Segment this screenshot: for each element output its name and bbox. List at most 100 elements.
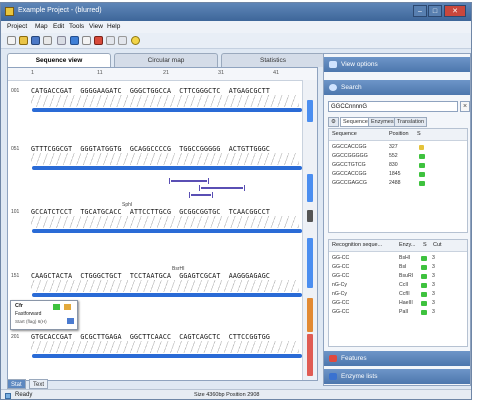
enzyme-lists-icon <box>329 373 337 380</box>
sequence-pane[interactable]: 1 11 21 31 41 001 CATGACCGAT GGGGAAGATC … <box>7 67 318 381</box>
map-marker[interactable] <box>307 100 313 122</box>
table-row[interactable]: GGCCGAGCG 2488 <box>329 179 467 188</box>
recog-sequence: GG-CC <box>332 309 350 315</box>
menu-view[interactable]: View <box>89 23 103 30</box>
ruler: 1 11 21 31 41 <box>8 68 317 81</box>
recognition-table[interactable]: Recognition seque... Enzy... S Cut GG-CC… <box>328 239 468 347</box>
table-row[interactable]: GGCCGGGGG 552 <box>329 152 467 161</box>
view-options-header[interactable]: View options <box>324 57 470 72</box>
sequence-text[interactable]: CATGACCGAT GGGGAAGATC GGGCTGGCCA CTTCGGG… <box>31 87 270 95</box>
save-icon[interactable] <box>31 36 40 45</box>
play-icon[interactable] <box>70 36 79 45</box>
new-file-icon[interactable] <box>7 36 16 45</box>
complement-ticks <box>31 280 299 292</box>
map-marker[interactable] <box>307 174 313 202</box>
feature-tooltip: Cfr Fastforward Start (flag) 6(H) <box>10 300 78 330</box>
table-row[interactable]: GG-CC HaeIII 3 <box>329 299 467 308</box>
result-sequence: GGCCACCGG <box>332 171 367 177</box>
status-flag-icon <box>419 163 425 168</box>
maximize-button[interactable]: □ <box>428 5 442 17</box>
status-flag-icon <box>421 292 427 297</box>
menu-tools[interactable]: Tools <box>69 23 84 30</box>
menu-edit[interactable]: Edit <box>53 23 64 30</box>
clear-search-button[interactable]: × <box>460 101 470 112</box>
minimize-button[interactable]: – <box>413 5 427 17</box>
close-button[interactable]: ✕ <box>444 5 466 17</box>
status-flag-icon <box>419 154 425 159</box>
stop-icon[interactable] <box>94 36 103 45</box>
feature-arrow[interactable] <box>199 185 245 191</box>
tab-statistics[interactable]: Statistics <box>221 53 325 67</box>
menu-project[interactable]: Project <box>7 23 27 30</box>
recog-enzyme: PaII <box>399 309 409 315</box>
recog-enzyme: CcfII <box>399 291 410 297</box>
cut-icon[interactable] <box>57 36 66 45</box>
copy-icon[interactable] <box>106 36 115 45</box>
tab-enzymes[interactable]: Enzymes <box>368 117 397 127</box>
tab-translation[interactable]: Translation <box>394 117 428 127</box>
green-flag-icon <box>53 304 60 310</box>
table-row[interactable]: GG-CC BsuRI 3 <box>329 272 467 281</box>
tab-text[interactable]: Text <box>29 379 49 389</box>
recog-enzyme: CcII <box>399 282 409 288</box>
table-row[interactable]: nG-Cy CcfII 3 <box>329 290 467 299</box>
menu-help[interactable]: Help <box>107 23 120 30</box>
sequence-text[interactable]: GCCATCTCCT TGCATGCACC ATTCCTTGCG GCGGCGG… <box>31 208 270 216</box>
search-header[interactable]: Search <box>324 80 470 95</box>
paste-icon[interactable] <box>118 36 127 45</box>
status-ready: Ready <box>15 392 33 398</box>
tab-sequence-view[interactable]: Sequence view <box>7 53 111 67</box>
header-recognition[interactable]: Recognition seque... <box>332 242 382 248</box>
map-marker[interactable] <box>307 334 313 376</box>
ruler-tick: 1 <box>31 70 35 76</box>
menu-map[interactable]: Map <box>35 23 48 30</box>
view-options-label: View options <box>341 61 378 68</box>
table-row[interactable]: GGCCTGTCG 830 <box>329 161 467 170</box>
search-results-table[interactable]: Sequence Position S GGCCACCGG 327 GGCCGG… <box>328 128 468 233</box>
table-row[interactable]: GGCCACCGG 327 <box>329 143 467 152</box>
status-info: Size 4360bp Position 2908 <box>194 392 260 398</box>
feature-arrow[interactable] <box>169 178 209 184</box>
tooltip-title: Cfr <box>15 303 23 309</box>
header-enzyme[interactable]: Enzy... <box>399 242 415 248</box>
sequence-text[interactable]: CAAGCTACTA CTGGGCTGCT TCCTAATGCA GGAGTCG… <box>31 272 270 280</box>
map-marker[interactable] <box>307 238 313 288</box>
search-input[interactable]: GGCCnnnnG <box>328 101 458 112</box>
tab-sequence[interactable]: Sequence <box>340 117 371 127</box>
ruler-tick: 11 <box>97 70 103 76</box>
status-flag-icon <box>421 310 427 315</box>
lightbulb-icon[interactable] <box>131 36 140 45</box>
open-folder-icon[interactable] <box>19 36 28 45</box>
features-header[interactable]: Features <box>324 351 470 366</box>
recog-cut: 3 <box>432 300 435 306</box>
tab-circular-map[interactable]: Circular map <box>114 53 218 67</box>
recog-cut: 3 <box>432 282 435 288</box>
sequence-text[interactable]: GTTTCGGCGT GGGTATGGTG GCAGGCCCCG TGGCCGG… <box>31 145 270 153</box>
feature-arrow[interactable] <box>189 192 213 198</box>
header-s[interactable]: S <box>417 131 421 137</box>
print-icon[interactable] <box>43 36 52 45</box>
sequence-position: 101 <box>11 209 20 215</box>
map-marker[interactable] <box>307 298 313 332</box>
table-row[interactable]: GG-CC BsI 3 <box>329 263 467 272</box>
table-row[interactable]: nG-Cy CcII 3 <box>329 281 467 290</box>
header-cut[interactable]: Cut <box>433 242 442 248</box>
status-flag-icon <box>419 145 424 150</box>
table-row[interactable]: GGCCACCGG 1845 <box>329 170 467 179</box>
enzyme-lists-header[interactable]: Enzyme lists <box>324 369 470 384</box>
table-row[interactable]: GG-CC BsHI 3 <box>329 254 467 263</box>
map-overview-scrollbar[interactable] <box>302 80 317 380</box>
tooltip-detail: Start (flag) 6(H) <box>15 319 47 324</box>
recog-sequence: nG-Cy <box>332 291 347 297</box>
table-row[interactable]: GG-CC PaII 3 <box>329 308 467 317</box>
header-position[interactable]: Position <box>389 131 409 137</box>
tab-icon[interactable]: ⚙ <box>328 117 339 127</box>
document-icon[interactable] <box>82 36 91 45</box>
scroll-thumb[interactable] <box>307 210 313 222</box>
result-sequence: GGCCTGTCG <box>332 162 366 168</box>
header-s[interactable]: S <box>423 242 427 248</box>
recog-cut: 3 <box>432 273 435 279</box>
tab-stat[interactable]: Stat <box>7 379 26 389</box>
header-sequence[interactable]: Sequence <box>332 131 357 137</box>
sequence-text[interactable]: GTGCACCGAT GCGCTTGAGA GGCTTCAACC CAGTCAG… <box>31 333 270 341</box>
